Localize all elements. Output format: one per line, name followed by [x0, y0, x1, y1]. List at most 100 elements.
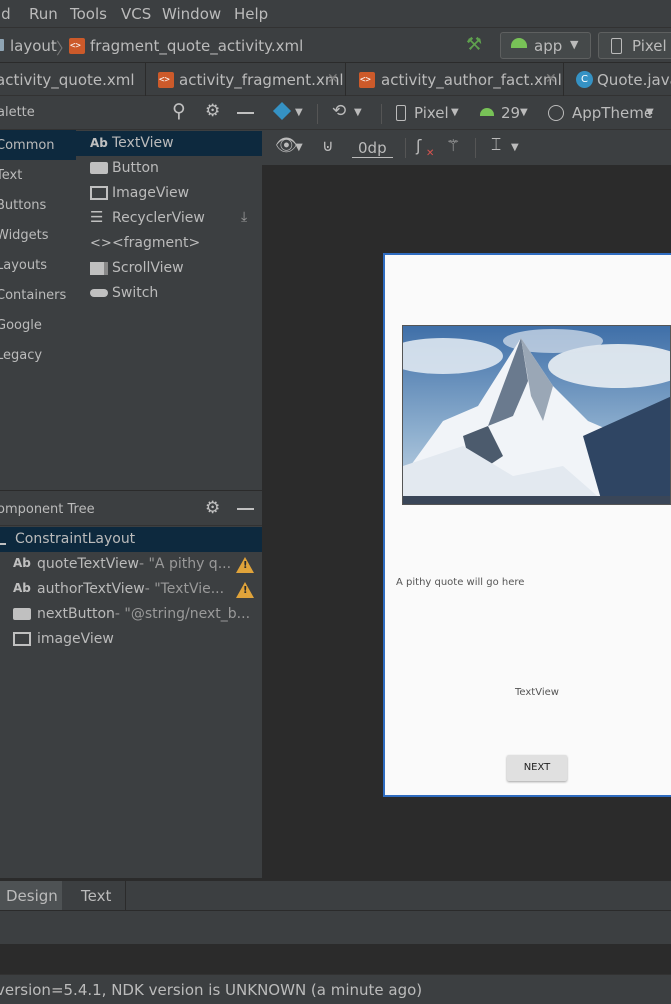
run-config-select[interactable]: app ▼: [500, 32, 591, 59]
menu-build[interactable]: ld: [0, 5, 11, 23]
palette-item-button[interactable]: Button: [76, 156, 262, 181]
toolbar-separator: [405, 138, 406, 158]
tab-design[interactable]: Design: [0, 881, 62, 910]
device-selector[interactable]: Pixel: [414, 104, 449, 122]
component-tree-title: omponent Tree: [0, 502, 95, 517]
default-margin-input[interactable]: 0dp: [352, 139, 393, 158]
palette-item-fragment[interactable]: <> <fragment>: [76, 231, 262, 256]
tree-item-name: authorTextView: [37, 581, 145, 597]
scrollview-icon: [90, 262, 108, 275]
palette-item-label: ImageView: [112, 185, 190, 201]
android-icon: [480, 108, 494, 116]
tab-quote-java[interactable]: C Quote.java: [564, 63, 671, 96]
download-icon[interactable]: ⤓: [241, 209, 247, 225]
minimize-icon[interactable]: [237, 508, 254, 510]
palette-categories: Common Text Buttons Widgets Layouts Cont…: [0, 130, 76, 490]
image-view-preview[interactable]: [402, 325, 671, 505]
tab-activity-fragment[interactable]: activity_fragment.xml ✕: [146, 63, 346, 96]
palette-item-scrollview[interactable]: ScrollView: [76, 256, 262, 281]
fragment-icon: <>: [90, 236, 112, 251]
tree-item-detail: - "A pithy q...: [138, 556, 232, 572]
category-text[interactable]: Text: [0, 160, 76, 190]
close-icon[interactable]: ✕: [545, 71, 557, 87]
breadcrumb-file[interactable]: fragment_quote_activity.xml: [90, 37, 303, 55]
tab-activity-author-fact[interactable]: activity_author_fact.xml ✕: [346, 63, 564, 96]
tab-text[interactable]: Text: [62, 881, 126, 910]
layers-icon[interactable]: [272, 101, 292, 121]
palette-item-switch[interactable]: Switch: [76, 281, 262, 306]
switch-icon: [90, 289, 108, 297]
imageview-icon: [13, 632, 31, 646]
align-icon[interactable]: ⌶: [491, 135, 501, 155]
clear-constraints-icon[interactable]: ʃ: [416, 136, 421, 155]
button-icon: [90, 162, 108, 174]
category-widgets[interactable]: Widgets: [0, 220, 76, 250]
imageview-icon: [90, 186, 108, 200]
next-button-preview[interactable]: NEXT: [507, 755, 567, 781]
chevron-down-icon: ▼: [295, 107, 303, 118]
category-containers[interactable]: Containers: [0, 280, 76, 310]
author-text-preview[interactable]: TextView: [515, 687, 559, 698]
category-buttons[interactable]: Buttons: [0, 190, 76, 220]
api-selector[interactable]: 29: [501, 104, 520, 122]
design-toolbar: ▼ ⟲ ▼ Pixel ▼ 29 ▼ AppTheme ▼: [262, 96, 671, 130]
category-layouts[interactable]: Layouts: [0, 250, 76, 280]
warning-icon[interactable]: [236, 557, 254, 573]
gear-icon[interactable]: ⚙: [205, 498, 220, 518]
status-message: version=5.4.1, NDK version is UNKNOWN (a…: [0, 981, 423, 999]
device-label: Pixel 3: [632, 37, 671, 55]
tree-item-authortextview[interactable]: Ab authorTextView- "TextVie...: [0, 577, 262, 602]
tab-label: activity_fragment.xml: [179, 71, 344, 89]
tree-item-name: quoteTextView: [37, 556, 139, 572]
tree-item-quotetextview[interactable]: Ab quoteTextView- "A pithy q...: [0, 552, 262, 577]
theme-icon: [548, 105, 564, 121]
category-common[interactable]: Common: [0, 130, 76, 160]
navigation-bar: layout 〉 fragment_quote_activity.xml ⚒ a…: [0, 28, 671, 63]
textview-icon: Ab: [13, 556, 31, 570]
palette-item-label: RecyclerView: [112, 210, 205, 226]
menu-run[interactable]: Run: [29, 5, 58, 23]
menu-tools[interactable]: Tools: [70, 5, 107, 23]
tree-item-detail: - "TextVie...: [144, 581, 225, 597]
folder-icon: [0, 39, 4, 51]
palette-item-label: TextView: [112, 135, 174, 151]
menu-window[interactable]: Window: [162, 5, 221, 23]
magnet-icon[interactable]: ⊍: [322, 136, 334, 155]
category-label: Widgets: [0, 228, 49, 243]
magic-wand-icon[interactable]: ⚚: [446, 136, 460, 155]
theme-selector[interactable]: AppTheme: [572, 104, 653, 122]
tab-text-label: Text: [81, 887, 112, 905]
menu-help[interactable]: Help: [234, 5, 268, 23]
toolbar-separator: [475, 138, 476, 158]
palette-item-textview[interactable]: Ab TextView: [76, 131, 262, 156]
recyclerview-icon: ☰: [90, 208, 104, 226]
category-legacy[interactable]: Legacy: [0, 340, 76, 370]
run-config-label: app: [534, 37, 563, 55]
warning-icon[interactable]: [236, 582, 254, 598]
tree-item-imageview[interactable]: imageView: [0, 627, 262, 652]
editor-mode-tabs: Design Text: [0, 878, 671, 910]
hammer-icon[interactable]: ⚒: [466, 34, 482, 55]
close-icon[interactable]: ✕: [327, 71, 339, 87]
tab-activity-quote[interactable]: activity_quote.xml: [0, 63, 146, 96]
chevron-down-icon: ▼: [646, 107, 654, 118]
search-icon[interactable]: ⚲: [172, 100, 186, 122]
palette-item-recyclerview[interactable]: ☰ RecyclerView ⤓: [76, 206, 262, 231]
minimize-icon[interactable]: [237, 112, 254, 114]
tree-item-nextbutton[interactable]: nextButton- "@string/next_b...: [0, 602, 262, 627]
tree-item-constraintlayout[interactable]: ConstraintLayout: [0, 527, 262, 552]
category-label: Containers: [0, 288, 67, 303]
mountain-image: [403, 326, 670, 504]
quote-text-preview[interactable]: A pithy quote will go here: [396, 577, 524, 588]
tree-item-label: ConstraintLayout: [15, 531, 136, 547]
xml-file-icon: [69, 38, 85, 54]
palette-item-imageview[interactable]: ImageView: [76, 181, 262, 206]
gear-icon[interactable]: ⚙: [205, 101, 220, 121]
status-bar: version=5.4.1, NDK version is UNKNOWN (a…: [0, 974, 671, 1004]
breadcrumb-layout[interactable]: layout: [10, 37, 57, 55]
palette-item-label: Switch: [112, 285, 159, 301]
device-select[interactable]: Pixel 3: [598, 32, 671, 59]
category-google[interactable]: Google: [0, 310, 76, 340]
menu-vcs[interactable]: VCS: [121, 5, 151, 23]
rotate-icon[interactable]: ⟲: [332, 101, 346, 121]
